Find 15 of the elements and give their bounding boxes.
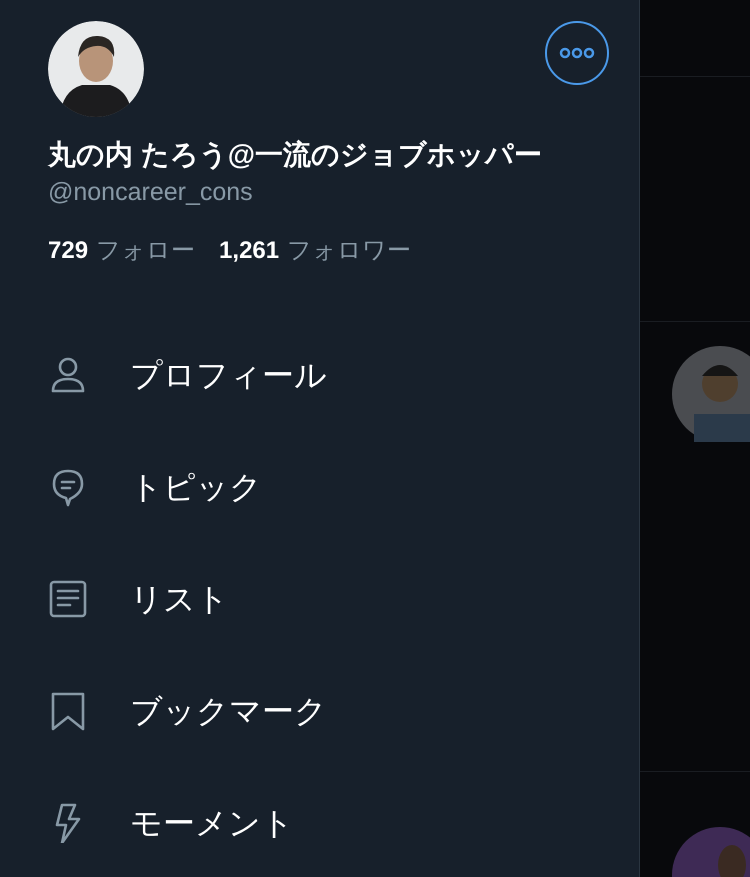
user-handle: @noncareer_cons (48, 177, 254, 208)
display-name: 丸の内 たろう@一流のジョブホッパー (48, 138, 544, 172)
list-icon (48, 579, 88, 619)
menu-item[interactable]: プロフィール (130, 355, 327, 395)
more-button[interactable] (545, 21, 609, 85)
menu-item[interactable]: モーメント (130, 803, 294, 843)
avatar[interactable] (48, 21, 144, 117)
followers-label[interactable]: フォロワー (287, 235, 412, 267)
menu-item[interactable]: ブックマーク (130, 691, 327, 731)
following-label[interactable]: フォロー (96, 235, 196, 267)
following-count[interactable]: 729 (48, 235, 88, 267)
followers-count[interactable]: 1,261 (219, 235, 280, 267)
more-icon (559, 47, 595, 59)
menu-item[interactable]: リスト (130, 579, 229, 619)
menu-item[interactable]: トピック (130, 467, 262, 507)
